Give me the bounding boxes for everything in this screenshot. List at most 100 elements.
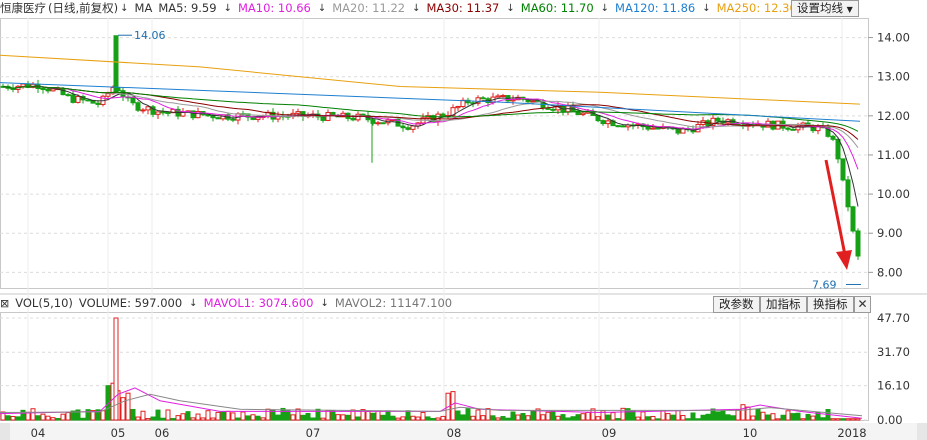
ma10-arrow: ↓ [317,2,327,14]
volume-bar [345,414,351,421]
scroll-right-button [917,423,927,440]
volume-bar [570,416,576,421]
candle-body [510,99,516,102]
volume-bar [575,414,581,421]
set-ma-button[interactable]: 设置均线 ▼ [791,0,859,17]
mavol2-value: MAVOL2: 11147.100 [334,296,453,310]
candle-body [605,120,611,125]
volume-bar [720,410,726,421]
volume-bar [130,408,136,421]
volume-bar [420,412,426,421]
ma250-label: MA250: 12.30 [716,1,797,15]
volume-bar [250,414,256,421]
volume-bar [370,412,376,421]
volume-bar [145,418,151,421]
month-tick-label: 04 [31,426,46,440]
volume-bar [500,416,506,421]
volume-bar [190,417,196,421]
volume-bar [175,415,181,421]
volume-bar [155,409,161,421]
add-indicator-button[interactable]: 加指标 [760,296,807,313]
price-tick-label: 12.00 [877,109,910,123]
volume-bar [565,417,571,421]
volume-bar [390,415,396,421]
ma10-label: MA10: 10.66 [237,1,311,15]
close-icon[interactable]: ✕ [854,296,871,313]
month-tick-label: 10 [743,426,758,440]
vol-label: VOL(5,10) [15,296,73,310]
price-tick-label: 9.00 [877,226,903,240]
volume-bar [490,415,496,421]
candle-body [785,127,791,130]
ma20-label: MA20: 11.22 [332,1,406,15]
candle-body [95,102,101,105]
month-tick-label: 08 [447,426,462,440]
volume-bar [690,412,696,421]
volume-bar [185,411,191,421]
candle-body [295,111,301,114]
candle-body [715,117,721,122]
price-tick-label: 13.00 [877,70,910,84]
volume-bar [210,417,216,421]
volume-bar [385,410,391,421]
volume-bar [10,415,16,421]
volume-bar [530,410,536,421]
volume-bar [425,416,431,421]
candle-body [105,93,111,97]
candle-body [75,95,81,103]
volume-bar [410,415,416,421]
volume-bar [595,416,601,421]
volume-bar [480,415,486,421]
volume-bar [205,410,211,421]
price-legend: 恒康医疗 (日线,前复权) ↓ MA MA5: 9.59 ↓ MA10: 10.6… [0,0,818,16]
volume-tick-label: 16.10 [877,379,910,393]
volume-bar [315,408,321,421]
volume-bar [260,417,266,421]
candle-body [835,138,841,160]
candle-body [400,125,406,129]
candle-body [135,102,141,111]
volume-bar [80,417,86,421]
price-panel-frame [0,18,869,289]
trend-arrow-head [836,250,852,270]
volume-bar [380,414,386,421]
volume-bar [335,414,341,421]
volume-close-icon[interactable]: ⊠ [0,297,9,310]
volume-bar [800,418,806,421]
time-axis-bar [0,423,927,440]
volume-bar [165,409,171,421]
change-params-button[interactable]: 改参数 [713,296,760,313]
candle-body [410,125,416,130]
ma20-arrow: ↓ [412,2,421,14]
candle-body [595,114,601,122]
volume-bar [820,417,826,421]
candle-body [855,230,861,257]
candle-body [160,111,166,114]
candle-body [600,120,606,125]
volume-panel-frame [0,312,869,421]
candle-body [620,125,626,128]
volume-bar [795,412,801,421]
candle-body [20,83,26,87]
ma60-arrow: ↓ [600,2,610,14]
switch-indicator-button[interactable]: 换指标 [807,296,854,313]
volume-tick-label: 0.00 [877,413,903,427]
volume-bar [685,418,691,421]
candle-body [165,111,171,114]
scroll-left-button [0,423,10,440]
volume-bar [430,417,436,421]
volume-bar [805,413,811,421]
candle-body [45,88,51,92]
volume-bar [740,404,746,421]
volume-bar [830,418,836,421]
volume-bar [700,414,706,421]
volume-bar [725,414,731,421]
mode-down-arrow[interactable]: ↓ [120,3,128,14]
volume-bar [220,411,226,421]
ma-label: MA [134,1,153,15]
volume-bar [415,416,421,421]
volume-bar [605,414,611,421]
candle-body [140,109,146,112]
volume-bar [300,414,306,421]
volume-bar [200,417,206,421]
